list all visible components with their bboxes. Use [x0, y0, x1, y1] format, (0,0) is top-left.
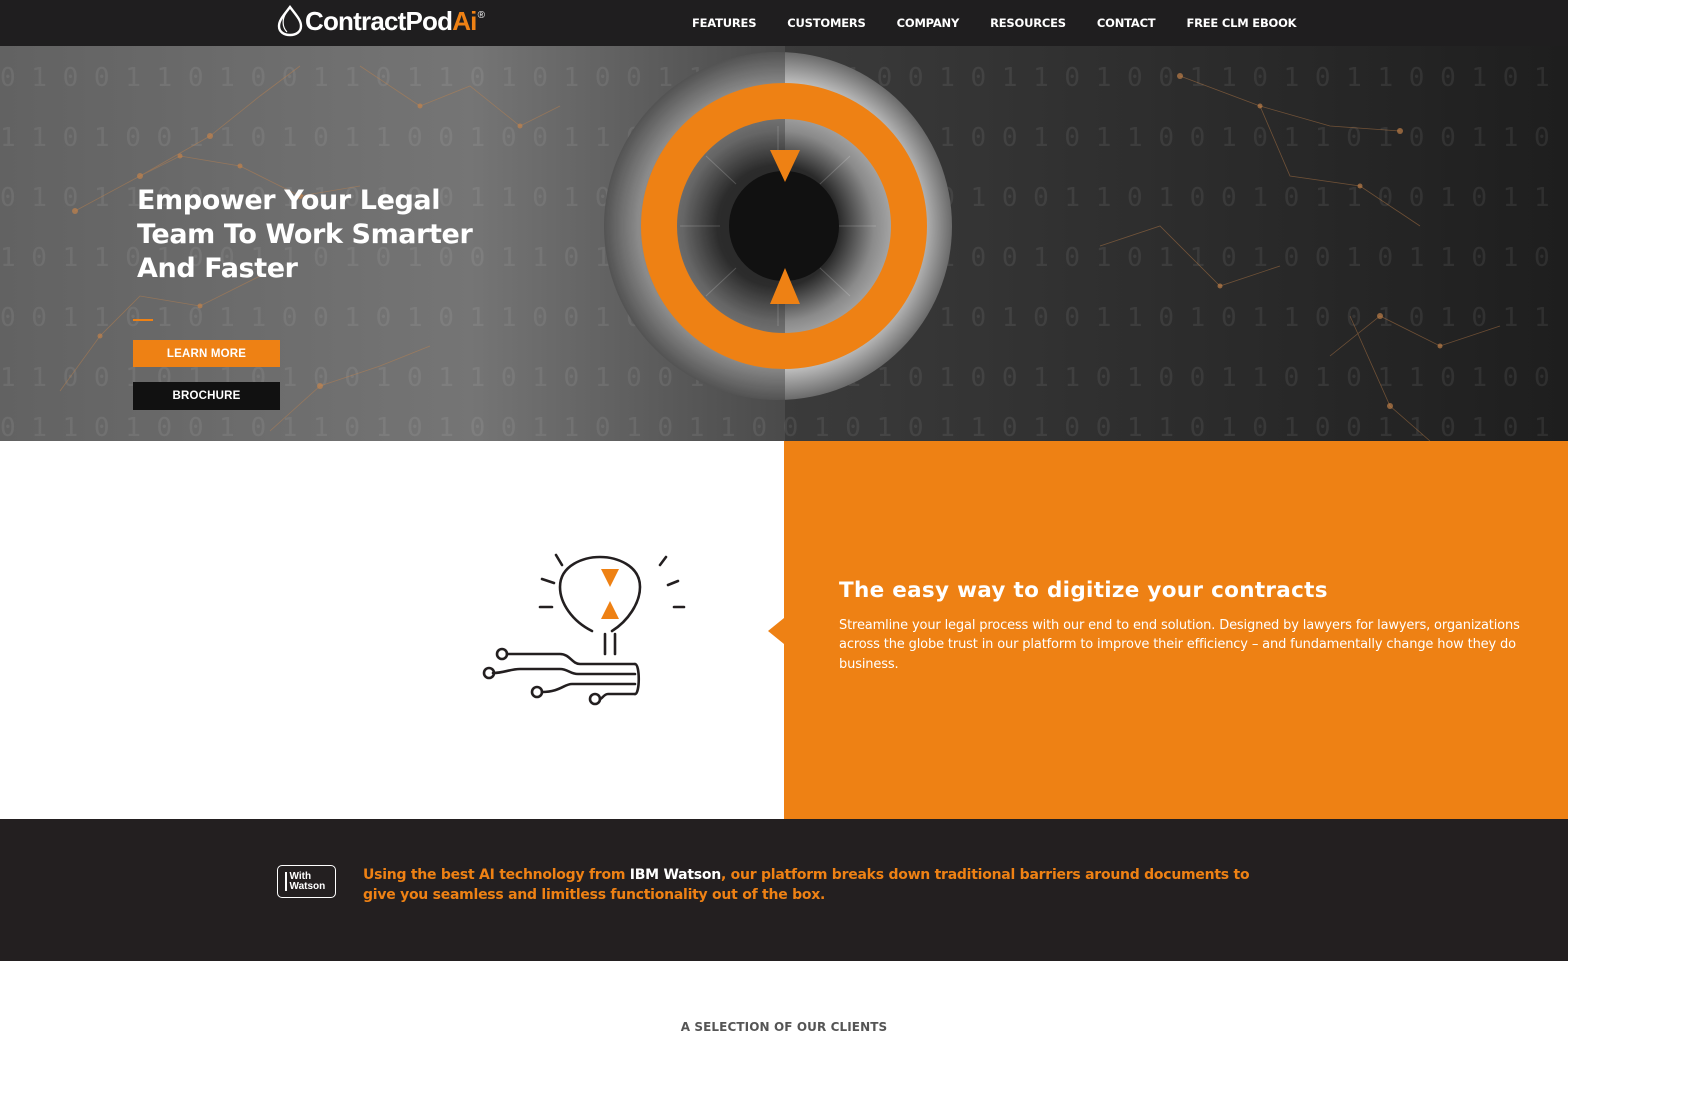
- watson-badge-line2: Watson: [289, 880, 326, 892]
- brochure-button[interactable]: BROCHURE: [133, 382, 280, 410]
- watson-badge-text: With Watson: [289, 871, 326, 892]
- watson-description: Using the best AI technology from IBM Wa…: [363, 865, 1263, 905]
- watson-strip: With Watson Using the best AI technology …: [0, 819, 1568, 961]
- registered-mark: ®: [477, 10, 485, 21]
- logo-text-main: ContractPod: [305, 5, 453, 36]
- nav-link-features[interactable]: FEATURES: [692, 16, 756, 30]
- watson-badge-icon: With Watson: [277, 865, 336, 898]
- nav-link-company[interactable]: COMPANY: [897, 16, 960, 30]
- watson-text-before: Using the best AI technology from: [363, 867, 630, 883]
- digitize-description: Streamline your legal process with our e…: [839, 618, 1520, 672]
- learn-more-button[interactable]: LEARN MORE: [133, 340, 280, 367]
- hero-title: Empower Your Legal Team To Work Smarter …: [137, 185, 473, 284]
- ibm-watson-highlight: IBM Watson: [629, 867, 721, 883]
- logo-text-accent: Ai: [452, 5, 477, 36]
- hero-section: 0 1 0 0 1 1 0 1 0 0 1 1 0 1 1 0 1 0 1 0 …: [0, 46, 1568, 441]
- nav-link-contact[interactable]: CONTACT: [1097, 16, 1156, 30]
- logo-wordmark: ContractPodAi: [305, 6, 477, 37]
- watson-badge-bar: [285, 872, 287, 891]
- top-navigation: ContractPodAi ® FEATURES CUSTOMERS COMPA…: [0, 0, 1568, 46]
- nav-link-customers[interactable]: CUSTOMERS: [787, 16, 866, 30]
- logo-drop-icon: [277, 5, 303, 37]
- nav-menu: FEATURES CUSTOMERS COMPANY RESOURCES CON…: [692, 0, 1327, 46]
- eye-hourglass-graphic: [604, 52, 952, 400]
- nav-link-resources[interactable]: RESOURCES: [990, 16, 1066, 30]
- panel-pointer-arrow: [768, 618, 784, 644]
- site-logo[interactable]: ContractPodAi ®: [276, 4, 485, 38]
- lightbulb-circuit-icon: [482, 553, 686, 706]
- digitize-title: The easy way to digitize your contracts: [839, 578, 1328, 603]
- nav-link-free-clm-ebook[interactable]: FREE CLM EBOOK: [1186, 16, 1296, 30]
- svg-text:0 1 1 0 1 0 0 1 0 1 1 0 1 0 1: 0 1 1 0 1 0 0 1 0 1 1 0 1 0 1 0 0 1 1 0 …: [0, 413, 1550, 441]
- digitize-section: The easy way to digitize your contracts …: [0, 441, 1568, 819]
- clients-section-heading: A SELECTION OF OUR CLIENTS: [680, 1020, 888, 1034]
- hero-title-underline: [133, 319, 153, 321]
